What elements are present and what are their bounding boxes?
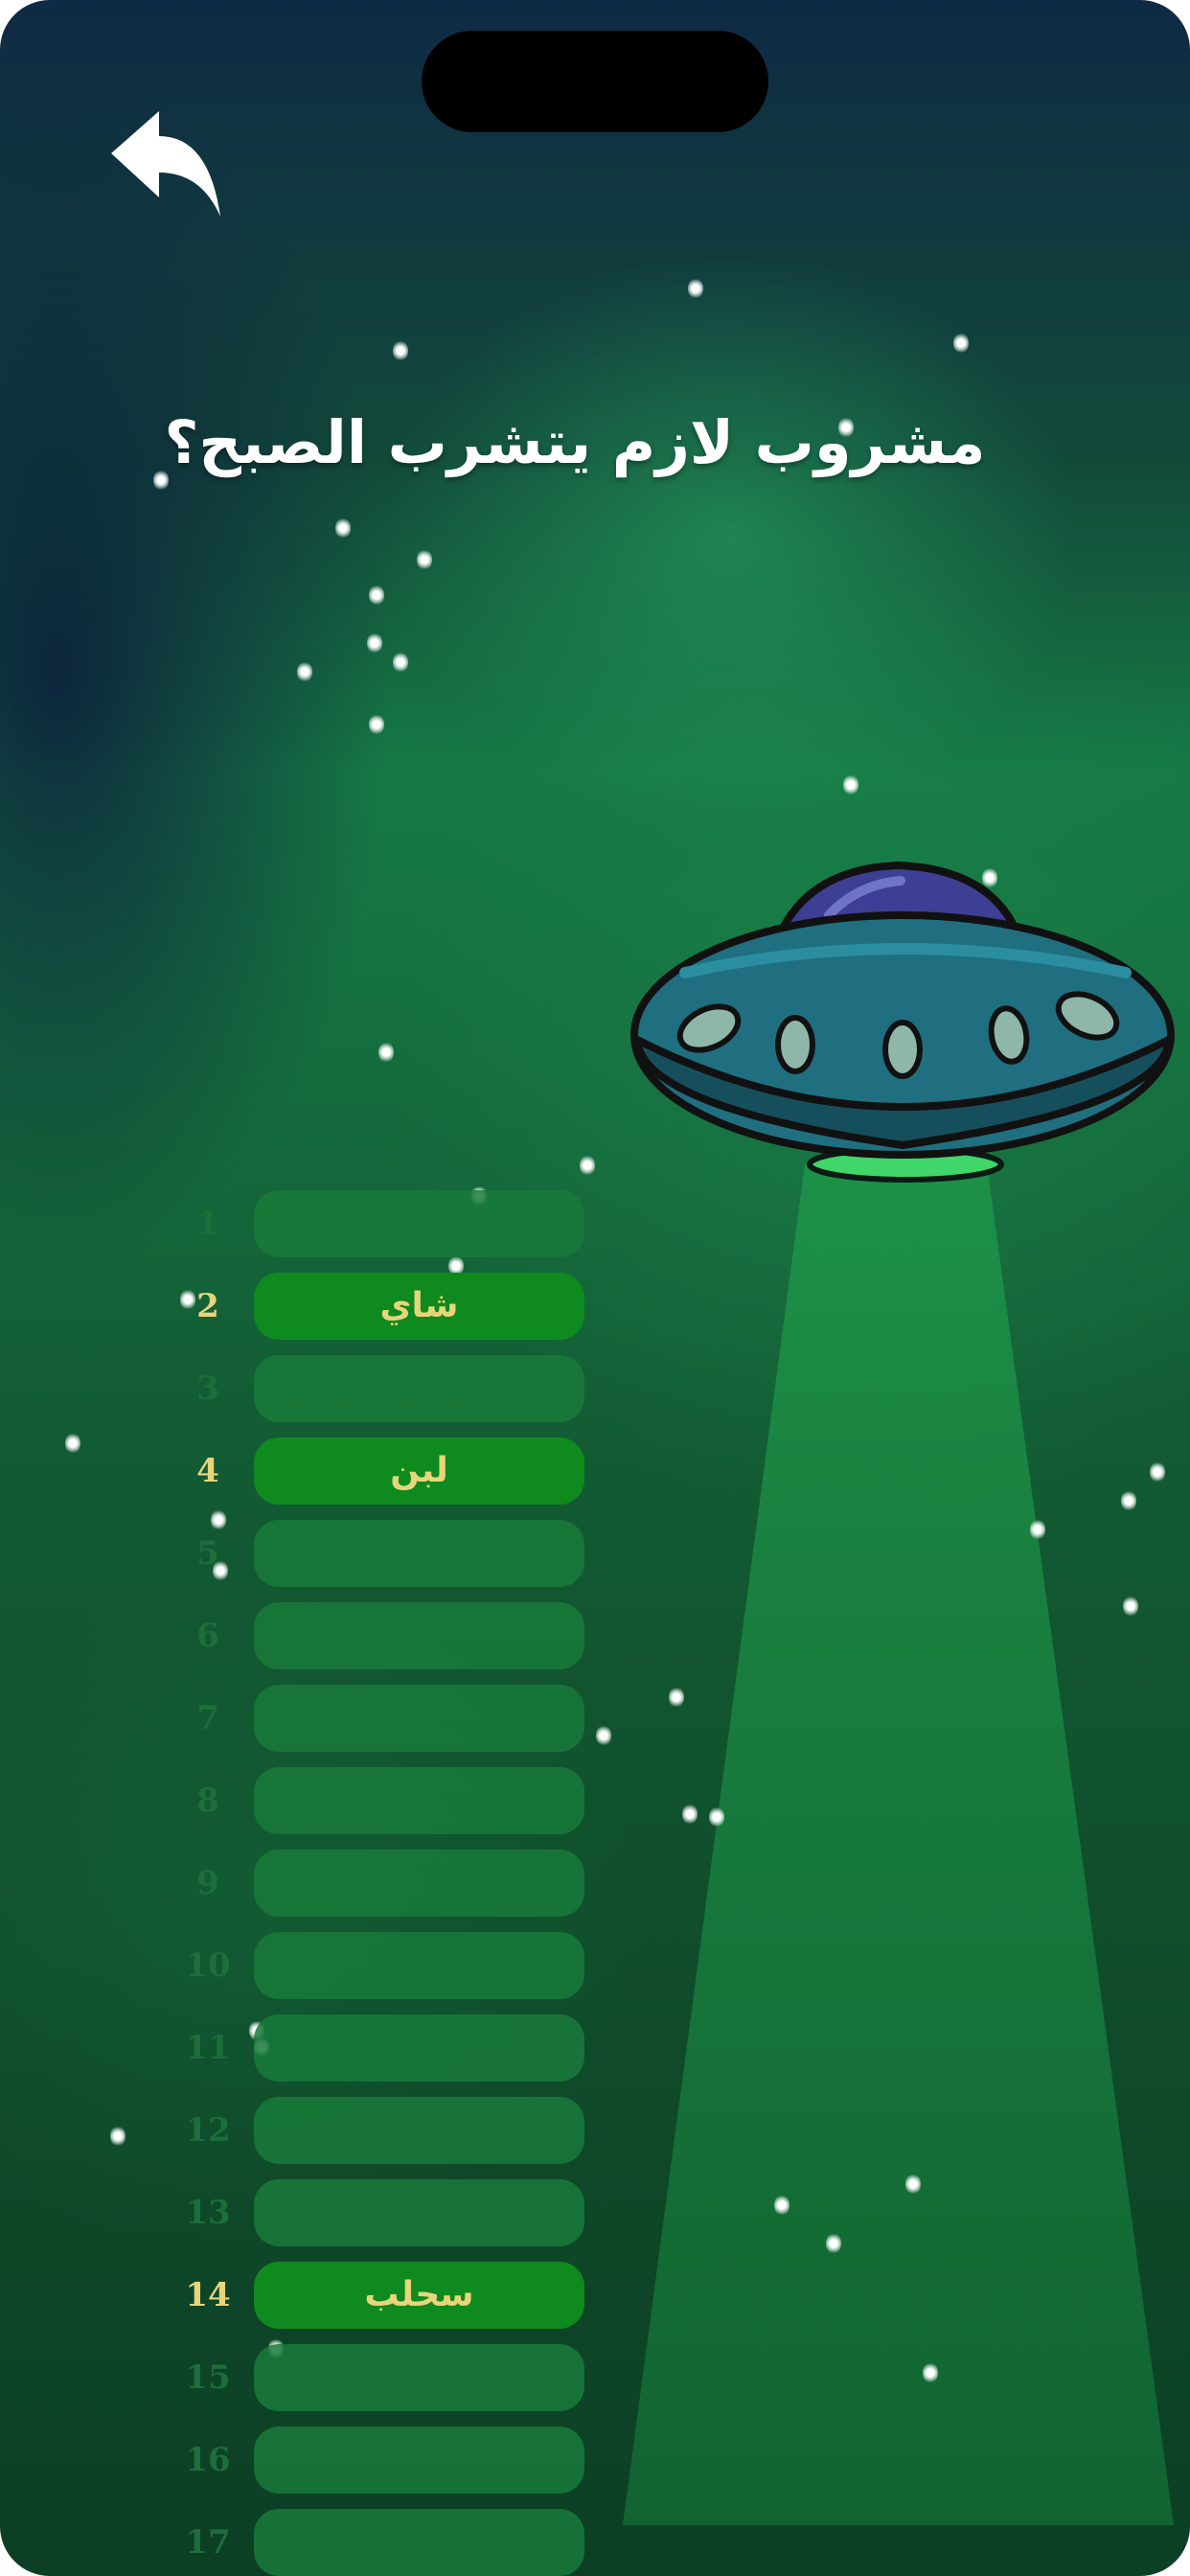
star — [417, 549, 432, 570]
answer-slot-number: 4 — [196, 1452, 219, 1490]
answer-slot[interactable]: 12 — [172, 2097, 584, 2164]
answer-slot-box: لبن — [254, 1438, 584, 1505]
game-screen: مشروب لازم يتشرب الصبح؟ 1 2 شاي 3 4 لبن 5 6 7 8 9 1… — [0, 0, 1190, 2576]
star — [923, 2362, 938, 2383]
answer-slot-box — [254, 1190, 584, 1257]
star — [596, 1725, 611, 1746]
answer-slot[interactable]: 8 — [172, 1767, 584, 1834]
answer-slot[interactable]: 5 — [172, 1520, 584, 1587]
star — [1150, 1461, 1165, 1483]
answer-slot-number: 8 — [196, 1782, 219, 1820]
star — [1123, 1596, 1138, 1617]
answer-slot[interactable]: 4 لبن — [172, 1438, 584, 1505]
star — [843, 774, 858, 795]
ufo-icon — [630, 861, 1175, 1183]
answer-slot-box — [254, 2509, 584, 2576]
answer-slot-number: 1 — [196, 1205, 219, 1243]
star — [378, 1042, 394, 1063]
star — [297, 661, 312, 682]
answer-slot[interactable]: 15 — [172, 2344, 584, 2411]
answer-slot[interactable]: 9 — [172, 1850, 584, 1917]
answer-slot-box — [254, 1932, 584, 1999]
star — [393, 652, 408, 673]
answer-slot-box — [254, 2344, 584, 2411]
answer-slot-number: 12 — [185, 2111, 231, 2150]
answer-slot-box — [254, 2179, 584, 2246]
answer-slot-box: شاي — [254, 1273, 584, 1340]
answer-slot-number: 17 — [185, 2523, 231, 2562]
answer-slot[interactable]: 14 سحلب — [172, 2262, 584, 2329]
answer-slot-number: 3 — [196, 1369, 219, 1408]
star — [953, 333, 969, 354]
star — [905, 2174, 921, 2195]
star — [1030, 1519, 1045, 1540]
answer-slot-box — [254, 1520, 584, 1587]
star — [774, 2195, 790, 2216]
answer-slot-number: 6 — [196, 1617, 219, 1655]
star — [682, 1804, 698, 1825]
answer-slot[interactable]: 17 — [172, 2509, 584, 2576]
answer-slot-number: 2 — [196, 1287, 219, 1325]
answer-slot-box: سحلب — [254, 2262, 584, 2329]
answer-slot-box — [254, 2097, 584, 2164]
answer-slot[interactable]: 16 — [172, 2426, 584, 2494]
answer-slot-number: 11 — [185, 2029, 231, 2067]
answer-slot-box — [254, 2426, 584, 2494]
star — [1121, 1490, 1136, 1511]
answer-slot-number: 5 — [196, 1534, 219, 1573]
star — [688, 278, 703, 299]
answer-slot-box — [254, 1685, 584, 1752]
answer-slot[interactable]: 11 — [172, 2014, 584, 2082]
star — [826, 2233, 841, 2254]
question-text: مشروب لازم يتشرب الصبح؟ — [164, 407, 986, 477]
answer-slot-number: 14 — [185, 2276, 231, 2314]
answer-slot[interactable]: 13 — [172, 2179, 584, 2246]
answer-slot[interactable]: 10 — [172, 1932, 584, 1999]
star — [709, 1806, 724, 1828]
star — [669, 1687, 684, 1708]
answer-slot-number: 7 — [196, 1699, 219, 1737]
answer-slot[interactable]: 1 — [172, 1190, 584, 1257]
answer-slot-number: 13 — [185, 2194, 231, 2232]
answer-slot-number: 9 — [196, 1864, 219, 1902]
answer-slot[interactable]: 2 شاي — [172, 1273, 584, 1340]
answer-slot[interactable]: 3 — [172, 1355, 584, 1422]
answer-slot-box — [254, 1767, 584, 1834]
star — [393, 340, 408, 361]
answer-slot-number: 15 — [185, 2358, 231, 2397]
answer-slot[interactable]: 6 — [172, 1602, 584, 1669]
answer-slot[interactable]: 7 — [172, 1685, 584, 1752]
answer-slot-number: 10 — [185, 1946, 231, 1985]
star — [369, 585, 384, 606]
star — [369, 714, 384, 735]
answer-slot-box — [254, 1355, 584, 1422]
star — [335, 518, 351, 539]
answer-slot-box — [254, 2014, 584, 2082]
star — [580, 1155, 595, 1176]
star — [65, 1433, 80, 1454]
answer-slot-number: 16 — [185, 2441, 231, 2479]
answer-slot-box — [254, 1602, 584, 1669]
star — [367, 632, 382, 654]
answer-slot-box — [254, 1850, 584, 1917]
star — [110, 2126, 126, 2147]
back-arrow-icon — [111, 111, 220, 217]
device-notch — [422, 31, 768, 132]
back-button[interactable] — [103, 104, 228, 228]
